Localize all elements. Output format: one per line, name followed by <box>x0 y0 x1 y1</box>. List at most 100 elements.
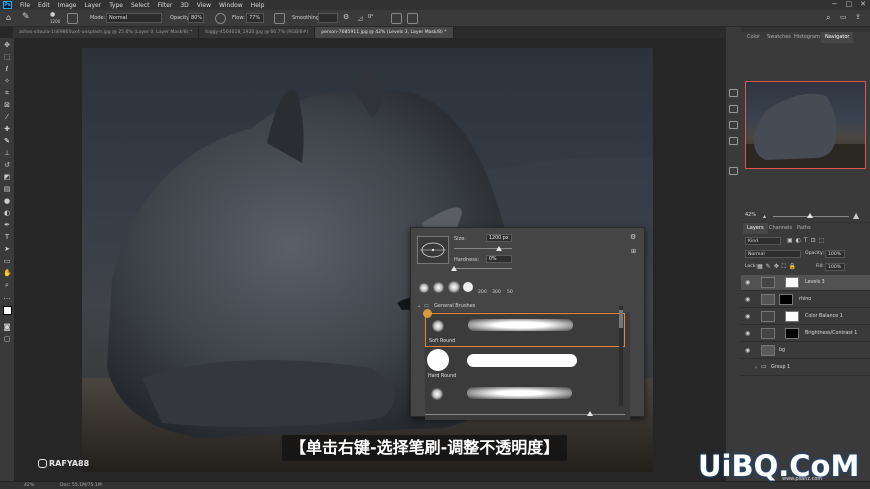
chevron-right-icon[interactable]: › <box>755 365 757 371</box>
brush-folder-row[interactable]: ⌄ ▭ General Brushes <box>417 303 627 311</box>
tab-color[interactable]: Color <box>743 32 764 43</box>
brush-angle-preview[interactable] <box>417 236 449 264</box>
share-icon[interactable]: ⇪ <box>855 13 861 21</box>
preset-brush-2[interactable] <box>433 282 444 293</box>
brush-list-scrollbar[interactable] <box>619 306 623 406</box>
gradient-tool-icon[interactable]: ▤ <box>3 186 11 193</box>
more-tools-icon[interactable]: … <box>3 294 11 301</box>
visibility-eye-icon[interactable]: ◉ <box>745 347 750 354</box>
marquee-tool-icon[interactable]: ⬚ <box>3 54 11 61</box>
size-slider[interactable] <box>454 248 512 249</box>
brush-soft-round-pressure[interactable] <box>425 382 625 416</box>
flow-field[interactable]: 77% <box>246 13 264 23</box>
opacity-field[interactable]: 80% <box>188 13 204 23</box>
lasso-tool-icon[interactable]: ℓ <box>3 66 11 73</box>
history-brush-icon[interactable]: ↺ <box>3 162 11 169</box>
dodge-tool-icon[interactable]: ◐ <box>3 210 11 217</box>
smoothing-options-icon[interactable]: ⚙ <box>343 13 354 24</box>
size-slider-thumb[interactable] <box>496 246 503 251</box>
eyedropper-icon[interactable]: ⁄ <box>3 114 11 121</box>
airbrush-icon[interactable] <box>274 13 285 24</box>
quick-mask-icon[interactable]: ◙ <box>3 324 11 331</box>
menu-type[interactable]: Type <box>105 2 127 9</box>
pen-tool-icon[interactable]: ✒ <box>3 222 11 229</box>
brush-panel-icon[interactable] <box>729 137 738 145</box>
preview-size-thumb[interactable] <box>587 411 593 416</box>
brush-hard-round[interactable]: Hard Round <box>425 347 625 381</box>
eraser-icon[interactable]: ◩ <box>3 174 11 181</box>
frame-tool-icon[interactable]: ⊠ <box>3 102 11 109</box>
menu-layer[interactable]: Layer <box>80 2 105 9</box>
settings-gear-icon[interactable]: ⚙ <box>630 233 636 241</box>
healing-brush-icon[interactable]: ✚ <box>3 126 11 133</box>
history-panel-icon[interactable] <box>729 89 738 97</box>
tab-ashes-sitoula[interactable]: ashes-sitoula-1n69860ux4-unsplash.jpg @ … <box>13 27 200 38</box>
home-icon[interactable]: ⌂ <box>6 13 11 22</box>
screen-mode-icon[interactable]: ▢ <box>3 336 11 343</box>
type-tool-icon[interactable]: T <box>3 234 11 241</box>
tab-paths[interactable]: Paths <box>793 223 815 234</box>
menu-window[interactable]: Window <box>215 2 247 9</box>
quick-select-icon[interactable]: ✧ <box>3 78 11 85</box>
smoothing-field[interactable] <box>318 13 338 23</box>
symmetry-icon[interactable] <box>407 13 418 24</box>
lock-icons[interactable]: ▦✎✥⛶🔒 <box>757 263 799 271</box>
search-icon[interactable]: ⌕ <box>826 13 830 23</box>
blend-mode-select[interactable]: Normal <box>745 250 801 258</box>
brush-preview-icon[interactable]: ● <box>50 11 55 18</box>
clone-stamp-icon[interactable]: ⊥ <box>3 150 11 157</box>
zoom-in-icon[interactable]: ▲ <box>853 211 859 220</box>
navigator-zoom-value[interactable]: 42% <box>745 212 756 218</box>
tab-layers[interactable]: Layers <box>743 223 768 234</box>
brush-soft-round[interactable]: Soft Round <box>425 313 625 347</box>
layer-row-color-balance-1[interactable]: ◉ Color Balance 1 <box>741 309 870 325</box>
zoom-out-icon[interactable]: ▴ <box>763 213 766 220</box>
menu-file[interactable]: File <box>16 2 34 9</box>
foreground-color-swatch[interactable] <box>3 306 12 315</box>
close-button[interactable]: ✕ <box>860 0 866 8</box>
tab-foggy[interactable]: foggy-4564618_1920.jpg @ 66.7% (RGB/8#) <box>199 27 316 38</box>
layer-row-brightness-contrast-1[interactable]: ◉ Brightness/Contrast 1 <box>741 326 870 342</box>
menu-select[interactable]: Select <box>127 2 154 9</box>
path-select-icon[interactable]: ➤ <box>3 246 11 253</box>
brush-settings-icon[interactable] <box>67 13 78 24</box>
maximize-button[interactable]: □ <box>846 0 853 8</box>
menu-edit[interactable]: Edit <box>34 2 54 9</box>
mode-select[interactable]: Normal <box>106 13 162 23</box>
layer-filter-icons[interactable]: ▣◐T⊡⬚ <box>787 237 827 244</box>
scrollbar-thumb[interactable] <box>619 310 623 328</box>
hardness-slider-thumb[interactable] <box>451 266 457 271</box>
size-field[interactable]: 1200 px <box>486 234 512 242</box>
menu-image[interactable]: Image <box>54 2 81 9</box>
tab-navigator[interactable]: Navigator <box>821 32 854 43</box>
pressure-opacity-icon[interactable] <box>215 13 226 24</box>
menu-filter[interactable]: Filter <box>154 2 177 9</box>
layer-filter-kind[interactable]: Kind <box>745 237 781 245</box>
layer-row-levels-3[interactable]: ◉ Levels 3 <box>741 275 870 291</box>
adjustments-panel-icon[interactable] <box>729 105 738 113</box>
preview-size-slider[interactable] <box>425 414 625 415</box>
menu-3d[interactable]: 3D <box>176 2 192 9</box>
layer-row-bg[interactable]: ◉ bg <box>741 343 870 359</box>
visibility-eye-icon[interactable]: ◉ <box>745 313 750 320</box>
properties-panel-icon[interactable] <box>729 121 738 129</box>
menu-help[interactable]: Help <box>247 2 269 9</box>
tab-histogram[interactable]: Histogram <box>790 32 824 43</box>
tab-person[interactable]: person-7685911.jpg @ 42% (Levels 3, Laye… <box>315 27 454 38</box>
layer-row-rhino[interactable]: ◉ rhino <box>741 292 870 308</box>
preset-brush-3[interactable] <box>448 281 460 293</box>
hardness-field[interactable]: 0% <box>486 255 512 263</box>
fill-field[interactable]: 100% <box>825 263 845 271</box>
preset-brush-4[interactable] <box>463 282 473 292</box>
status-zoom[interactable]: 42% <box>24 483 34 488</box>
hardness-slider[interactable] <box>454 268 512 269</box>
layer-opacity-field[interactable]: 100% <box>825 250 845 258</box>
crop-tool-icon[interactable]: ⌗ <box>3 90 11 97</box>
minimize-button[interactable]: − <box>832 0 838 8</box>
pressure-size-icon[interactable] <box>391 13 402 24</box>
visibility-eye-icon[interactable]: ◉ <box>745 296 750 303</box>
layer-row-group-1[interactable]: › ▭ Group 1 <box>741 360 870 376</box>
brush-tool-icon[interactable]: ✎ <box>3 138 11 145</box>
rectangle-tool-icon[interactable]: ▭ <box>3 258 11 265</box>
blur-tool-icon[interactable]: ● <box>3 198 11 205</box>
